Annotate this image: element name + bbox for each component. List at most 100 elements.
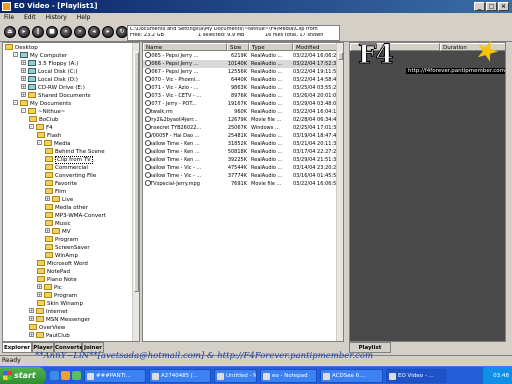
tree-scrollbar[interactable]: [132, 43, 139, 341]
expand-icon[interactable]: +: [37, 284, 42, 289]
expand-icon[interactable]: +: [21, 68, 26, 73]
expand-icon[interactable]: +: [21, 92, 26, 97]
forward-icon[interactable]: ▸: [102, 26, 114, 38]
file-row[interactable]: jerry2&2byaoli4jerr... 12679K Movie file .…: [143, 116, 340, 124]
next-icon[interactable]: »: [74, 26, 86, 38]
tree-item[interactable]: - Media: [37, 139, 71, 148]
expand-icon[interactable]: +: [45, 228, 50, 233]
file-row[interactable]: Swallow Time - Vic - ... 37774K RealAudio …: [143, 172, 340, 180]
file-list-scrollbar[interactable]: [336, 43, 343, 341]
file-size: 25067K: [227, 125, 247, 131]
task-app-icon: [152, 373, 159, 380]
file-row[interactable]: Swallow Time - Ken ... 39225K RealAudio ..…: [143, 156, 340, 164]
tree-item[interactable]: + Shared Documents: [21, 91, 90, 100]
tree-item[interactable]: + PaulClub: [29, 331, 70, 340]
file-list-scroll-thumb[interactable]: [338, 52, 343, 60]
file-row[interactable]: kensecret TYB26022... 25067K Windows ... 02…: [143, 124, 340, 132]
play-icon[interactable]: ▸: [18, 26, 30, 38]
taskbar-button[interactable]: Untitled - N...: [214, 369, 257, 383]
folder-tree[interactable]: Desktop - My Computer +3.5 Floppy (A:) + Loca…: [2, 42, 140, 342]
task-app-icon: [323, 373, 330, 380]
collapse-icon[interactable]: -: [37, 140, 42, 145]
menu-file[interactable]: File: [0, 13, 18, 23]
tree-item-label: ~Nithue~: [38, 109, 66, 115]
playlist-pane[interactable]: Duration: [349, 42, 510, 342]
rewind-icon[interactable]: ◂: [88, 26, 100, 38]
taskbar-button-label: ###PANTI...: [96, 373, 131, 379]
taskbar-button[interactable]: A2740485 [...: [149, 369, 211, 383]
expand-icon[interactable]: +: [21, 76, 26, 81]
file-row[interactable]: 40073 - Vic - CETV - ... 8976K RealAudio .…: [143, 92, 340, 100]
file-row[interactable]: 40067 - Pepsi Jerry ... 12556K RealAudio .…: [143, 68, 340, 76]
taskbar-button[interactable]: ACDSee 6....: [320, 369, 383, 383]
file-row[interactable]: zzTVspecial-Jerry.mpg 7691K Movie file ...…: [143, 180, 340, 188]
prev-icon[interactable]: «: [60, 26, 72, 38]
file-type: RealAudio ...: [251, 61, 283, 67]
tree-item[interactable]: - My Computer: [13, 51, 67, 60]
folder-icon: [45, 243, 53, 250]
file-row[interactable]: 40066 - Pepsi Jerry ... 10140K RealAudio .…: [143, 60, 340, 68]
playlist-scrollbar[interactable]: [505, 42, 510, 342]
menu-history[interactable]: History: [42, 13, 71, 23]
stop-icon[interactable]: ■: [46, 26, 58, 38]
taskbar-button[interactable]: eo - Notepad: [260, 369, 317, 383]
file-row[interactable]: catwalk.rm 960K RealAudio ... 03/22/04 16:0…: [143, 108, 340, 116]
expand-icon[interactable]: +: [29, 332, 34, 337]
tree-item-label: F4: [46, 125, 53, 131]
collapse-icon[interactable]: -: [13, 52, 18, 57]
collapse-icon[interactable]: -: [13, 100, 18, 105]
tree-item[interactable]: + Internet: [29, 307, 68, 316]
tree-item[interactable]: OverView: [29, 323, 65, 332]
taskbar-button[interactable]: ###PANTI...: [84, 369, 146, 383]
column-header-size[interactable]: Size: [227, 43, 249, 51]
expand-icon[interactable]: +: [21, 84, 26, 89]
collapse-icon[interactable]: -: [21, 108, 26, 113]
tree-item[interactable]: Behind The Scene: [45, 147, 105, 156]
expand-icon[interactable]: +: [29, 316, 34, 321]
file-row[interactable]: 40071 - Vic - Azio - ... 9863K RealAudio .…: [143, 84, 340, 92]
folder-icon: [45, 179, 53, 186]
expand-icon[interactable]: +: [45, 196, 50, 201]
tree-item[interactable]: - ~Nithue~: [21, 107, 66, 116]
maximize-button[interactable]: □: [486, 2, 497, 11]
file-row[interactable]: Swallow Time - Ken ... 31852K RealAudio ..…: [143, 140, 340, 148]
tab-explorer[interactable]: Explorer: [2, 342, 32, 353]
file-row[interactable]: Swallow Time - Vic - ... 47544K RealAudio …: [143, 164, 340, 172]
close-button[interactable]: ×: [498, 2, 509, 11]
pause-icon[interactable]: ‖: [32, 26, 44, 38]
file-type: RealAudio ...: [251, 53, 283, 59]
collapse-icon[interactable]: -: [29, 124, 34, 129]
column-header-name[interactable]: Name: [143, 43, 227, 51]
file-size: 37774K: [227, 173, 247, 179]
start-button[interactable]: start: [0, 367, 46, 384]
column-header-type[interactable]: Type: [249, 43, 293, 51]
file-row[interactable]: 40077 - Jerry - POT... 19167K RealAudio ..…: [143, 100, 340, 108]
menu-edit[interactable]: Edit: [20, 13, 40, 23]
expand-icon[interactable]: +: [29, 308, 34, 313]
eject-icon[interactable]: ⏏: [4, 26, 16, 38]
file-size: 39225K: [227, 157, 247, 163]
tree-item[interactable]: MP3-WMA-Convert: [45, 211, 106, 220]
tree-item-label: My Documents: [30, 101, 72, 107]
tree-item[interactable]: + MSN Messenger: [29, 315, 90, 324]
minimize-button[interactable]: _: [474, 2, 485, 11]
tree-item[interactable]: WinAmp: [45, 251, 78, 260]
file-row[interactable]: 40065 - Pepsi Jerry ... 6219K RealAudio ..…: [143, 52, 340, 60]
desktop-icon[interactable]: [72, 371, 81, 380]
column-header-modified[interactable]: Modified: [293, 43, 339, 51]
ie-icon[interactable]: [50, 371, 59, 380]
menu-help[interactable]: Help: [73, 13, 95, 23]
media-icon[interactable]: [61, 371, 70, 380]
file-row[interactable]: MV0005F - Hai Dao ... 25481K RealAudio ...…: [143, 132, 340, 140]
file-row[interactable]: Swallow Time - Ken ... 50818K RealAudio ..…: [143, 148, 340, 156]
file-modified: 03/22/04 17:52:32: [293, 61, 340, 67]
expand-icon[interactable]: +: [21, 60, 26, 65]
taskbar-button[interactable]: EO Video - ...: [386, 369, 446, 383]
app-icon[interactable]: [2, 2, 11, 11]
tree-item[interactable]: Piano Note: [37, 275, 77, 284]
expand-icon[interactable]: +: [37, 292, 42, 297]
file-list[interactable]: Name Size Type Modified 40065 - Pepsi Je…: [142, 42, 344, 342]
tree-scroll-thumb[interactable]: [134, 52, 139, 292]
file-row[interactable]: 40070 - Vic - Phoeni... 6440K RealAudio ..…: [143, 76, 340, 84]
tree-item[interactable]: - My Documents: [13, 99, 72, 108]
